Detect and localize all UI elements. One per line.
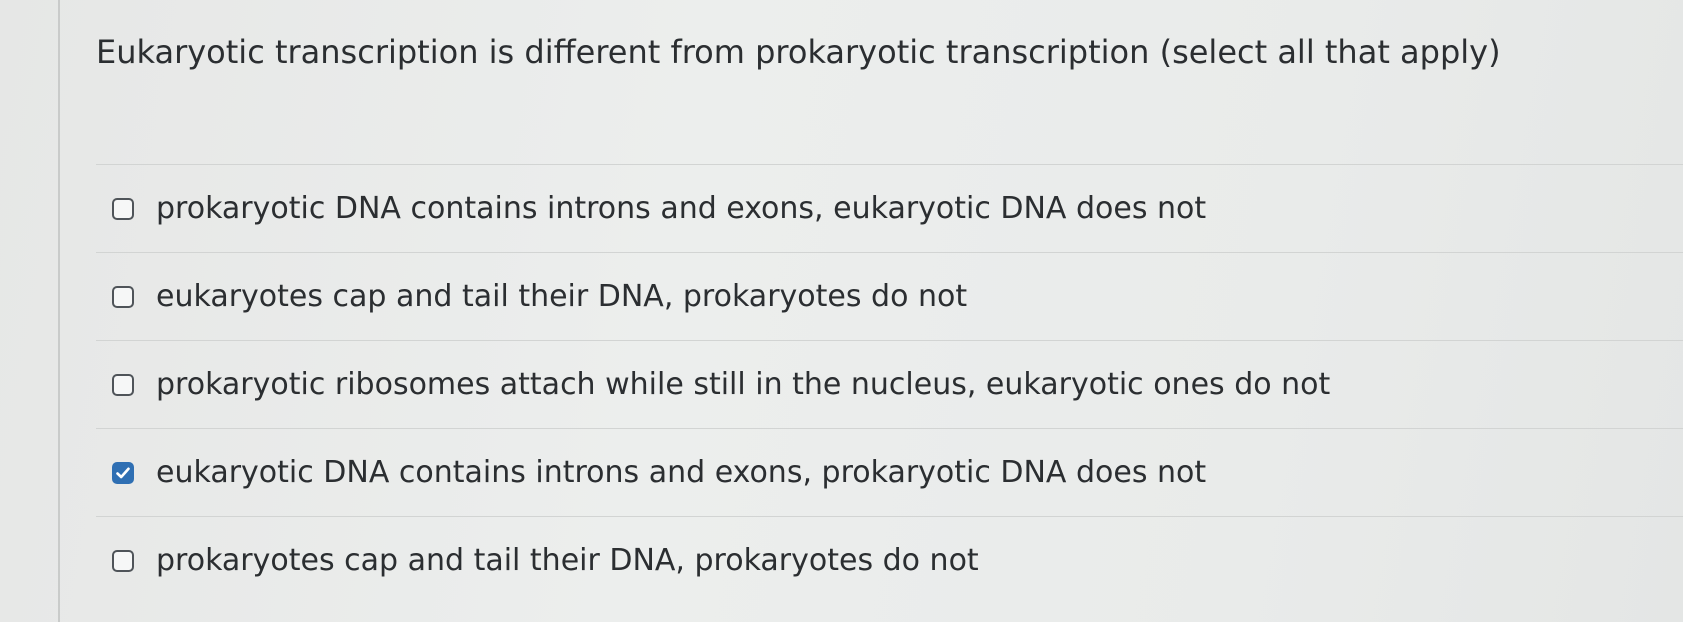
answer-option-4[interactable]: eukaryotic DNA contains introns and exon… — [96, 428, 1683, 516]
answer-checkbox-2[interactable] — [112, 285, 134, 308]
answer-option-3[interactable]: prokaryotic ribosomes attach while still… — [96, 340, 1683, 428]
answer-checkbox-4[interactable] — [112, 461, 134, 484]
answer-label-5: prokaryotes cap and tail their DNA, prok… — [156, 543, 979, 578]
answer-checkbox-5[interactable] — [112, 549, 134, 572]
answer-option-2[interactable]: eukaryotes cap and tail their DNA, proka… — [96, 252, 1683, 340]
answer-checkbox-3[interactable] — [112, 373, 134, 396]
answer-option-5[interactable]: prokaryotes cap and tail their DNA, prok… — [96, 516, 1683, 604]
answer-label-2: eukaryotes cap and tail their DNA, proka… — [156, 279, 968, 314]
question-text: Eukaryotic transcription is different fr… — [96, 33, 1501, 71]
answer-label-3: prokaryotic ribosomes attach while still… — [156, 367, 1331, 402]
answer-checkbox-1[interactable] — [112, 197, 134, 220]
answer-label-1: prokaryotic DNA contains introns and exo… — [156, 191, 1207, 226]
answer-option-1[interactable]: prokaryotic DNA contains introns and exo… — [96, 164, 1683, 252]
checkmark-icon — [116, 467, 130, 478]
answer-label-4: eukaryotic DNA contains introns and exon… — [156, 455, 1207, 490]
answer-list: prokaryotic DNA contains introns and exo… — [96, 164, 1683, 604]
left-border — [58, 0, 60, 622]
